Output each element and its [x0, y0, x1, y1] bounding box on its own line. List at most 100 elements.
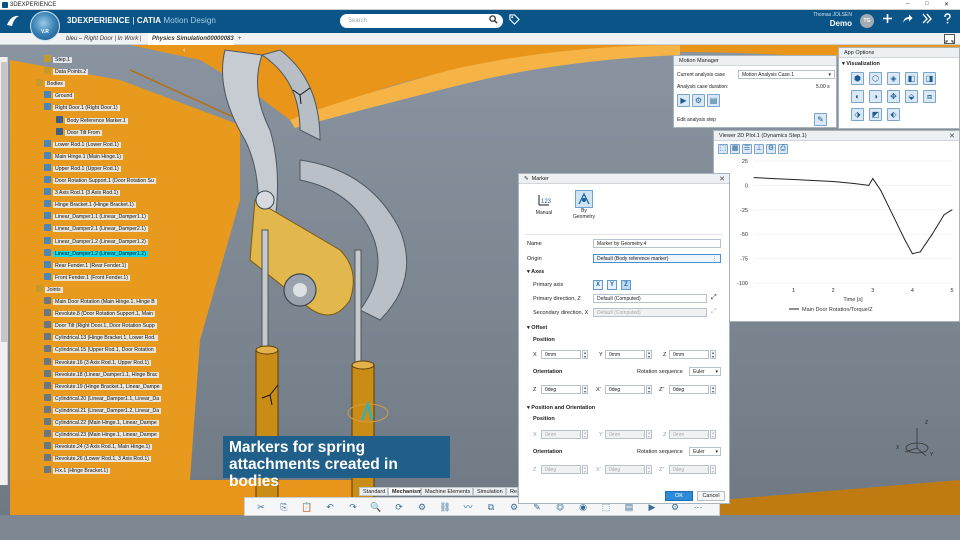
- undo-icon[interactable]: ↶: [324, 501, 336, 513]
- shading-icon[interactable]: ⬢: [851, 72, 864, 85]
- spring-icon[interactable]: 〰: [462, 501, 474, 513]
- maximize-button[interactable]: □: [925, 1, 929, 7]
- tree-item[interactable]: Linear_Damper2.1 (Linear_Damper2.1): [44, 224, 150, 233]
- share-icon[interactable]: [902, 13, 913, 27]
- tree-item[interactable]: Lower Rod.1 (Lower Rod.1): [44, 139, 123, 149]
- axis-y-button[interactable]: Y: [607, 280, 617, 290]
- rot-xp-input[interactable]: 0deg: [605, 385, 645, 394]
- compass-icon[interactable]: V.R: [30, 11, 60, 41]
- rot-z-input[interactable]: 0deg: [541, 385, 581, 394]
- axis-z-button[interactable]: Z: [621, 280, 631, 290]
- tree-item[interactable]: Cylindrical.15 (Upper Rod.1, Door Rotati…: [44, 345, 158, 354]
- name-input[interactable]: Marker by Geometry.4: [593, 239, 721, 248]
- tag-icon[interactable]: [509, 14, 520, 28]
- tree-item[interactable]: Data Points.2: [44, 67, 90, 76]
- tab-simulation[interactable]: Simulation: [473, 487, 506, 496]
- grid-icon[interactable]: ▦: [730, 144, 740, 154]
- po-rot-zpp-input[interactable]: 0deg: [669, 465, 709, 474]
- visualization-section[interactable]: ▾ Visualization: [842, 61, 880, 67]
- tree-item[interactable]: Cylindrical.22 (Main Hinge.1, Linear_Dam…: [44, 418, 161, 427]
- axis-x-button[interactable]: X: [593, 280, 603, 290]
- rot-z-stepper[interactable]: ▲ ▼: [582, 385, 588, 394]
- rot-zpp-input[interactable]: 0deg: [669, 385, 709, 394]
- tree-item[interactable]: Linear_Damper1.2 (Linear_Damper1.2): [44, 236, 150, 246]
- collaboration-icon[interactable]: [922, 13, 933, 27]
- cut-icon[interactable]: ✂: [255, 501, 267, 513]
- hinge-icon[interactable]: ⛓: [439, 501, 451, 513]
- fit-all-icon[interactable]: ⬚: [718, 144, 728, 154]
- tree-item[interactable]: Main Hinge.1 (Main Hinge.1): [44, 151, 125, 161]
- po-x-input[interactable]: 0mm: [541, 430, 581, 439]
- tree-item[interactable]: Cylindrical.21 (Linear_Damper1.2, Linear…: [44, 405, 163, 415]
- torque-plot[interactable]: 25 0 -25 -50 -75 -100 1 2 3 4 5 Time [s] Main Door R…: [714, 153, 959, 323]
- legend-icon[interactable]: ☰: [742, 144, 752, 154]
- tree-item[interactable]: Door Rotation Support.1 (Door Rotation S…: [44, 176, 158, 185]
- tree-item[interactable]: Linear_Damper1.2 (Linear_Damper1.2): [44, 248, 150, 258]
- tree-item[interactable]: Ground: [44, 91, 76, 100]
- tree-item[interactable]: Main Door Rotation (Main Hinge.1, Hinge …: [44, 297, 159, 306]
- po-rot-zpp-stepper[interactable]: ▲ ▼: [710, 465, 716, 474]
- wireframe-icon[interactable]: ◧: [905, 72, 918, 85]
- tree-item[interactable]: Revolute.8 (Door Rotation Support.1, Mai…: [44, 309, 157, 318]
- lighting-icon[interactable]: ◐: [851, 90, 864, 103]
- close-dialog-icon[interactable]: ✕: [719, 175, 725, 183]
- new-tab-button[interactable]: +: [234, 33, 246, 45]
- gear-icon[interactable]: ⚙: [766, 144, 776, 154]
- tree-item[interactable]: Body Reference Marker.1: [56, 115, 130, 125]
- tree-scrollbar-thumb[interactable]: [1, 62, 7, 342]
- tree-item[interactable]: Revolute.19 (Hinge Bracket.1, Linear_Dam…: [44, 381, 164, 391]
- tree-scrollbar[interactable]: [0, 57, 8, 485]
- tree-item[interactable]: Hinge Bracket.1 (Hinge Bracket.1): [44, 200, 138, 209]
- po-y-input[interactable]: 0mm: [605, 430, 645, 439]
- tree-item[interactable]: Linear_Damper1.1 (Linear_Damper1.1): [44, 212, 150, 221]
- po-rot-xp-stepper[interactable]: ▲ ▼: [646, 465, 652, 474]
- tree-item[interactable]: Fix.1 (Hinge Bracket.1): [44, 466, 112, 475]
- close-viewer-icon[interactable]: ✕: [949, 132, 955, 140]
- tree-item[interactable]: Step.1: [44, 55, 74, 64]
- user-info[interactable]: Thomas JOLSEN Demo: [782, 12, 852, 28]
- damper-icon[interactable]: ⧉: [485, 501, 497, 513]
- ds-logo-icon[interactable]: [5, 13, 21, 29]
- close-window-button[interactable]: ✕: [944, 1, 949, 8]
- edges-icon[interactable]: ⬡: [869, 72, 882, 85]
- paste-icon[interactable]: 📋: [301, 501, 313, 513]
- collapse-tree-icon[interactable]: ‹: [183, 47, 185, 54]
- axes-section[interactable]: ▾ Axes: [527, 269, 544, 275]
- settings-gear-icon[interactable]: ⚙: [692, 94, 705, 107]
- rotate-icon[interactable]: ⟳: [393, 501, 405, 513]
- tab-standard[interactable]: Standard: [359, 487, 388, 496]
- hidden-lines-icon[interactable]: ◈: [887, 72, 900, 85]
- analysis-case-select[interactable]: Motion Analysis Case.1 ▾: [738, 70, 835, 79]
- zoom-icon[interactable]: 🔍: [370, 501, 382, 513]
- po-x-stepper[interactable]: ▲ ▼: [582, 430, 588, 439]
- po-y-stepper[interactable]: ▲ ▼: [646, 430, 652, 439]
- tree-item[interactable]: Door Tilt From: [56, 127, 104, 137]
- copy-icon[interactable]: ⎘: [278, 501, 290, 513]
- render-icon[interactable]: ⬖: [887, 108, 900, 121]
- tree-item[interactable]: Cylindrical.23 (Main Hinge.1, Linear_Dam…: [44, 430, 161, 439]
- tab-physics-simulation[interactable]: Physics Simulation00000083: [148, 33, 234, 45]
- edit-step-icon[interactable]: ✎: [814, 113, 827, 126]
- transparency-icon[interactable]: ⬙: [905, 90, 918, 103]
- material-icon[interactable]: ◑: [869, 90, 882, 103]
- export-icon[interactable]: ⎙: [778, 144, 788, 154]
- offset-x-input[interactable]: 0mm: [541, 350, 581, 359]
- tree-item[interactable]: 3 Axis Rod.1 (3 Axis Rod.1): [44, 188, 122, 197]
- axis-settings-icon[interactable]: ⊥: [754, 144, 764, 154]
- minimize-button[interactable]: –: [906, 1, 909, 7]
- tree-item[interactable]: Revolute.16 (3 Axis Rod.1, Upper Rod.1): [44, 357, 153, 367]
- tree-item[interactable]: Revolute.26 (Lower Rod.1, 3 Axis Rod.1): [44, 454, 153, 463]
- offset-y-stepper[interactable]: ▲ ▼: [646, 350, 652, 359]
- offset-z-input[interactable]: 0mm: [669, 350, 709, 359]
- tree-item[interactable]: Rear Fender.1 (Rear Fender.1): [44, 260, 130, 270]
- po-rot-z-stepper[interactable]: ▲ ▼: [582, 465, 588, 474]
- plus-icon[interactable]: [882, 13, 893, 27]
- tab-machine-elements[interactable]: Machine Elements: [421, 487, 473, 496]
- compass-triad[interactable]: [904, 428, 929, 457]
- offset-z-stepper[interactable]: ▲ ▼: [710, 350, 716, 359]
- tree-item[interactable]: Door Tilt (Right Door.1, Door Rotation S…: [44, 321, 159, 330]
- position-orientation-section[interactable]: ▾ Position and Orientation: [527, 405, 595, 411]
- avatar[interactable]: TG: [860, 14, 874, 28]
- tree-item[interactable]: Bodies: [36, 79, 67, 88]
- section-icon[interactable]: ◨: [923, 72, 936, 85]
